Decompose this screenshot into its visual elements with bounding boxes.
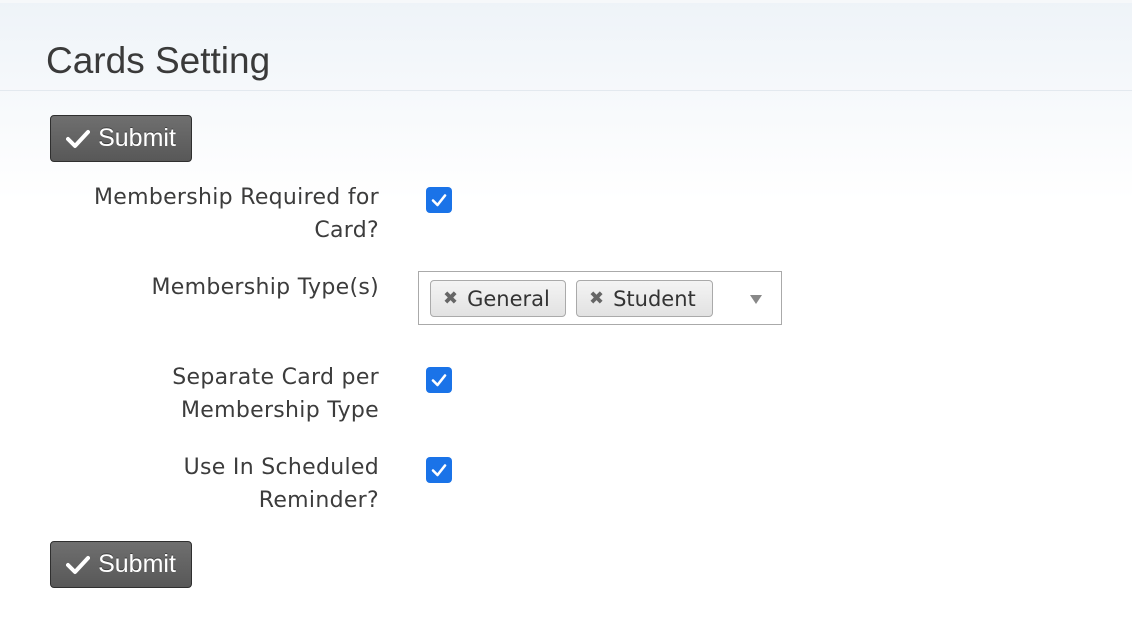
submit-button-top[interactable]: Submit: [50, 115, 192, 162]
page-header: Cards Setting: [0, 0, 1132, 91]
submit-button-bottom[interactable]: Submit: [50, 541, 192, 588]
tag-student: ✖ Student: [576, 280, 713, 317]
tag-label: Student: [613, 286, 696, 311]
check-icon: [66, 129, 91, 148]
separate-card-label-line1: Separate Card per: [172, 365, 379, 390]
remove-icon[interactable]: ✖: [443, 288, 458, 309]
scheduled-reminder-checkbox[interactable]: [426, 457, 452, 483]
remove-icon[interactable]: ✖: [589, 288, 604, 309]
check-icon: [66, 555, 91, 574]
checkmark-icon: [431, 374, 447, 387]
tag-label: General: [467, 286, 550, 311]
membership-types-select[interactable]: ✖ General ✖ Student: [418, 271, 782, 325]
membership-types-label-text: Membership Type(s): [151, 275, 379, 300]
scheduled-reminder-label: Use In Scheduled Reminder?: [39, 451, 379, 517]
submit-button-label: Submit: [98, 550, 176, 578]
page-title: Cards Setting: [46, 40, 271, 81]
membership-types-label: Membership Type(s): [39, 271, 379, 304]
submit-button-label: Submit: [98, 124, 176, 152]
chevron-down-icon[interactable]: [750, 295, 762, 304]
tag-general: ✖ General: [430, 280, 566, 317]
scheduled-reminder-label-line1: Use In Scheduled: [183, 455, 379, 480]
separate-card-label: Separate Card per Membership Type: [39, 361, 379, 427]
membership-required-label-line1: Membership Required for: [93, 185, 379, 210]
separate-card-label-line2: Membership Type: [181, 398, 379, 423]
checkmark-icon: [431, 464, 447, 477]
separate-card-checkbox[interactable]: [426, 367, 452, 393]
membership-required-label-line2: Card?: [314, 218, 379, 243]
membership-required-label: Membership Required for Card?: [39, 181, 379, 247]
checkmark-icon: [431, 194, 447, 207]
membership-required-checkbox[interactable]: [426, 187, 452, 213]
scheduled-reminder-label-line2: Reminder?: [258, 488, 379, 513]
